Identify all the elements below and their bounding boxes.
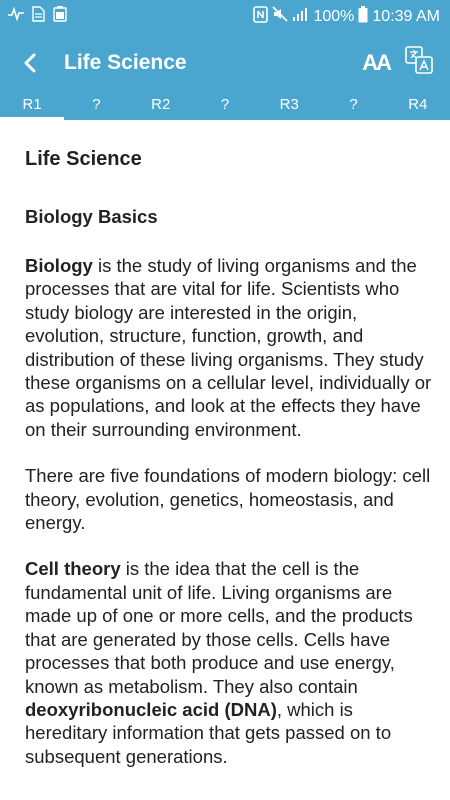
mute-icon bbox=[272, 6, 289, 27]
tab-question-3[interactable]: ? bbox=[321, 92, 385, 120]
tab-r2[interactable]: R2 bbox=[129, 92, 193, 120]
tab-question-1[interactable]: ? bbox=[64, 92, 128, 120]
nfc-icon bbox=[253, 5, 269, 28]
signal-icon bbox=[292, 7, 309, 26]
page-title: Life Science bbox=[25, 148, 142, 170]
app-title: Life Science bbox=[64, 50, 187, 74]
tab-r4[interactable]: R4 bbox=[386, 92, 450, 120]
back-button[interactable] bbox=[0, 33, 60, 92]
pulse-icon bbox=[8, 6, 24, 26]
translate-icon bbox=[405, 46, 433, 74]
app-actions: AA bbox=[362, 45, 434, 80]
tab-question-2[interactable]: ? bbox=[193, 92, 257, 120]
paragraph-cell-theory: Cell theory is the idea that the cell is… bbox=[25, 557, 435, 768]
status-notifications bbox=[8, 6, 67, 27]
font-size-label: AA bbox=[362, 49, 392, 75]
app-bar: Life Science AA bbox=[0, 33, 450, 92]
status-system: 100% 10:39 AM bbox=[253, 5, 440, 28]
clock: 10:39 AM bbox=[372, 7, 440, 25]
tab-r1[interactable]: R1 bbox=[0, 92, 65, 120]
section-title: Biology Basics bbox=[25, 206, 158, 227]
term-cell-theory: Cell theory bbox=[25, 558, 121, 580]
tab-r3[interactable]: R3 bbox=[257, 92, 321, 120]
document-icon bbox=[32, 6, 45, 27]
battery-icon bbox=[358, 5, 368, 28]
paragraph-biology-text: is the study of living organisms and the… bbox=[25, 255, 432, 440]
battery-saver-icon bbox=[53, 6, 67, 27]
status-bar: 100% 10:39 AM bbox=[0, 0, 450, 33]
paragraph-foundations: There are five foundations of modern bio… bbox=[25, 465, 431, 534]
tab-bar: R1 ? R2 ? R3 ? R4 bbox=[0, 92, 450, 120]
term-biology: Biology bbox=[25, 255, 93, 276]
font-size-button[interactable]: AA bbox=[362, 49, 392, 75]
reading-content: Life Science Biology Basics Biology is t… bbox=[25, 120, 435, 768]
battery-percent: 100% bbox=[313, 7, 355, 25]
chevron-left-icon bbox=[24, 53, 36, 72]
term-dna: deoxyribonucleic acid (DNA) bbox=[25, 698, 277, 720]
paragraph-biology: Biology is the study of living organisms… bbox=[25, 254, 435, 441]
translate-button[interactable] bbox=[404, 45, 434, 80]
